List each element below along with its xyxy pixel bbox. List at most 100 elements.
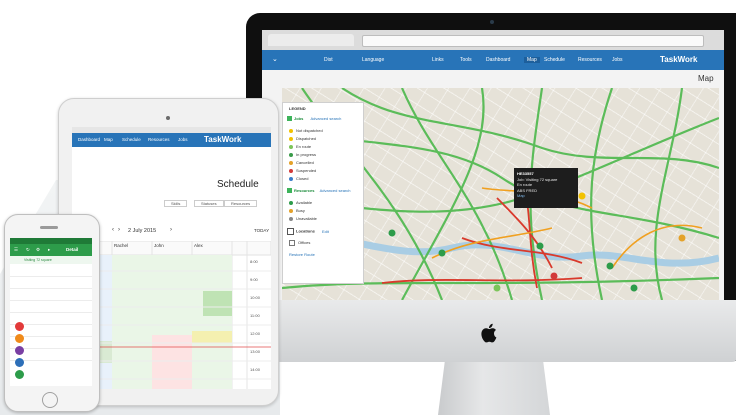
locations-edit-link[interactable]: Edit	[322, 229, 329, 234]
list-item[interactable]	[10, 290, 92, 301]
office-icon	[289, 240, 295, 246]
menu-icon[interactable]: ☰	[14, 247, 18, 253]
time-label: 11:00	[250, 313, 260, 318]
user-menu[interactable]: Dist	[324, 57, 333, 63]
filter-resources[interactable]: Resources	[224, 200, 258, 207]
column-header: John	[154, 243, 164, 248]
page-title: Schedule	[217, 179, 259, 190]
tablet-navbar: Dashboard Map Schedule Resources Jobs Ta…	[72, 133, 271, 147]
person-icon	[289, 208, 293, 213]
legend-title: LEGEND	[289, 106, 306, 111]
refresh-icon[interactable]: ↻	[26, 247, 30, 253]
tablet-camera	[166, 116, 170, 120]
pin-icon	[289, 160, 293, 165]
time-label: 9:00	[250, 277, 258, 282]
filter-skills[interactable]: Skills	[164, 200, 188, 207]
nav-schedule[interactable]: Schedule	[544, 57, 565, 63]
job-tooltip: HE33557 Job: Visiting 72 square En route…	[514, 168, 578, 208]
pin-icon	[289, 128, 293, 133]
app-navbar: ⌄ Dist Language Links Tools Dashboard Ma…	[262, 50, 724, 70]
tablet-nav-dashboard[interactable]: Dashboard	[78, 137, 100, 142]
action-button-red[interactable]	[15, 322, 24, 331]
person-icon	[289, 216, 293, 221]
play-icon[interactable]: ▸	[48, 247, 50, 253]
legend-item: Cancelled	[289, 160, 314, 165]
legend-item: En route	[289, 144, 311, 149]
legend-item: Dispatched	[289, 136, 316, 141]
pin-icon	[289, 168, 293, 173]
tablet-brand-logo[interactable]: TaskWork	[204, 135, 242, 144]
imac-stand	[438, 362, 550, 415]
legend-jobs-header[interactable]: Jobs Advanced search	[287, 116, 341, 122]
phone-navbar: ☰ ↻ ⚙ ▸ Detail	[10, 244, 92, 256]
time-label: 12:00	[250, 331, 261, 336]
legend-item: Offices	[289, 240, 310, 246]
chevron-down-icon[interactable]: ⌄	[272, 55, 278, 63]
legend-item: Not dispatched	[289, 128, 323, 133]
schedule-grid[interactable]	[72, 241, 271, 389]
next-day-button[interactable]: ›	[170, 227, 172, 233]
phone-screen: ☰ ↻ ⚙ ▸ Detail Visiting 72 square	[10, 238, 92, 386]
map-legend: LEGEND Jobs Advanced search Not dispatch…	[282, 102, 364, 284]
legend-item: Closed	[289, 176, 308, 181]
pin-icon	[289, 176, 293, 181]
next-day-button[interactable]: ›	[118, 227, 120, 233]
browser-tab[interactable]	[268, 34, 354, 46]
nav-jobs[interactable]: Jobs	[612, 57, 623, 63]
resources-advanced-search-link[interactable]: Advanced search	[320, 188, 351, 193]
list-item[interactable]	[10, 266, 92, 277]
restore-route-link[interactable]: Restore Route	[289, 252, 315, 257]
filter-statuses[interactable]: Statuses	[194, 200, 224, 207]
legend-locations-header[interactable]: Locations Edit	[287, 228, 329, 235]
nav-links[interactable]: Links	[432, 57, 444, 63]
tablet-nav-schedule[interactable]: Schedule	[122, 137, 141, 142]
action-button-green[interactable]	[15, 370, 24, 379]
apple-logo-icon	[481, 323, 497, 343]
nav-map[interactable]: Map	[524, 57, 540, 63]
time-label: 13:00	[250, 349, 261, 354]
legend-item: Available	[289, 200, 312, 205]
action-button-orange[interactable]	[15, 334, 24, 343]
address-bar[interactable]	[362, 35, 704, 47]
legend-item: Suspended	[289, 168, 316, 173]
list-item[interactable]	[10, 302, 92, 313]
nav-tools[interactable]: Tools	[460, 57, 472, 63]
legend-item: Busy	[289, 208, 305, 213]
time-label: 8:00	[250, 259, 258, 264]
checkbox-icon[interactable]	[287, 188, 292, 194]
prev-day-button[interactable]: ‹	[112, 227, 114, 233]
home-button[interactable]	[42, 392, 58, 408]
person-icon	[289, 200, 293, 205]
checkbox-icon[interactable]	[287, 228, 294, 235]
pin-icon	[289, 144, 293, 149]
imac-camera	[490, 20, 494, 24]
legend-item: In progress	[289, 152, 316, 157]
phone-title: Detail	[66, 247, 79, 252]
tablet-nav-jobs[interactable]: Jobs	[178, 137, 188, 142]
action-button-purple[interactable]	[15, 346, 24, 355]
language-menu[interactable]: Language	[362, 57, 384, 63]
jobs-advanced-search-link[interactable]: Advanced search	[310, 116, 341, 121]
desktop-screen: ⌄ Dist Language Links Tools Dashboard Ma…	[262, 30, 724, 300]
schedule-date: 2 July 2015	[128, 228, 157, 234]
browser-toolbar	[262, 30, 724, 51]
time-label: 10:00	[250, 295, 261, 300]
page-title: Map	[698, 74, 714, 83]
nav-dashboard[interactable]: Dashboard	[486, 57, 510, 63]
legend-item: Unavailable	[289, 216, 317, 221]
schedule-filters: Skills Statuses Resources	[76, 199, 266, 208]
phone-subtitle: Visiting 72 square	[24, 258, 52, 262]
time-label: 14:00	[250, 367, 261, 372]
action-button-blue[interactable]	[15, 358, 24, 367]
tablet-nav-map[interactable]: Map	[104, 137, 113, 142]
brand-logo[interactable]: TaskWork	[660, 55, 698, 64]
nav-resources[interactable]: Resources	[578, 57, 602, 63]
list-item[interactable]	[10, 278, 92, 289]
legend-resources-header[interactable]: Resources Advanced search	[287, 188, 351, 194]
tablet-nav-resources[interactable]: Resources	[148, 137, 170, 142]
settings-icon[interactable]: ⚙	[36, 247, 40, 253]
pin-icon	[289, 152, 293, 157]
checkbox-icon[interactable]	[287, 116, 292, 122]
column-header: Rachel	[114, 243, 129, 248]
today-button[interactable]: TODAY	[254, 228, 269, 233]
